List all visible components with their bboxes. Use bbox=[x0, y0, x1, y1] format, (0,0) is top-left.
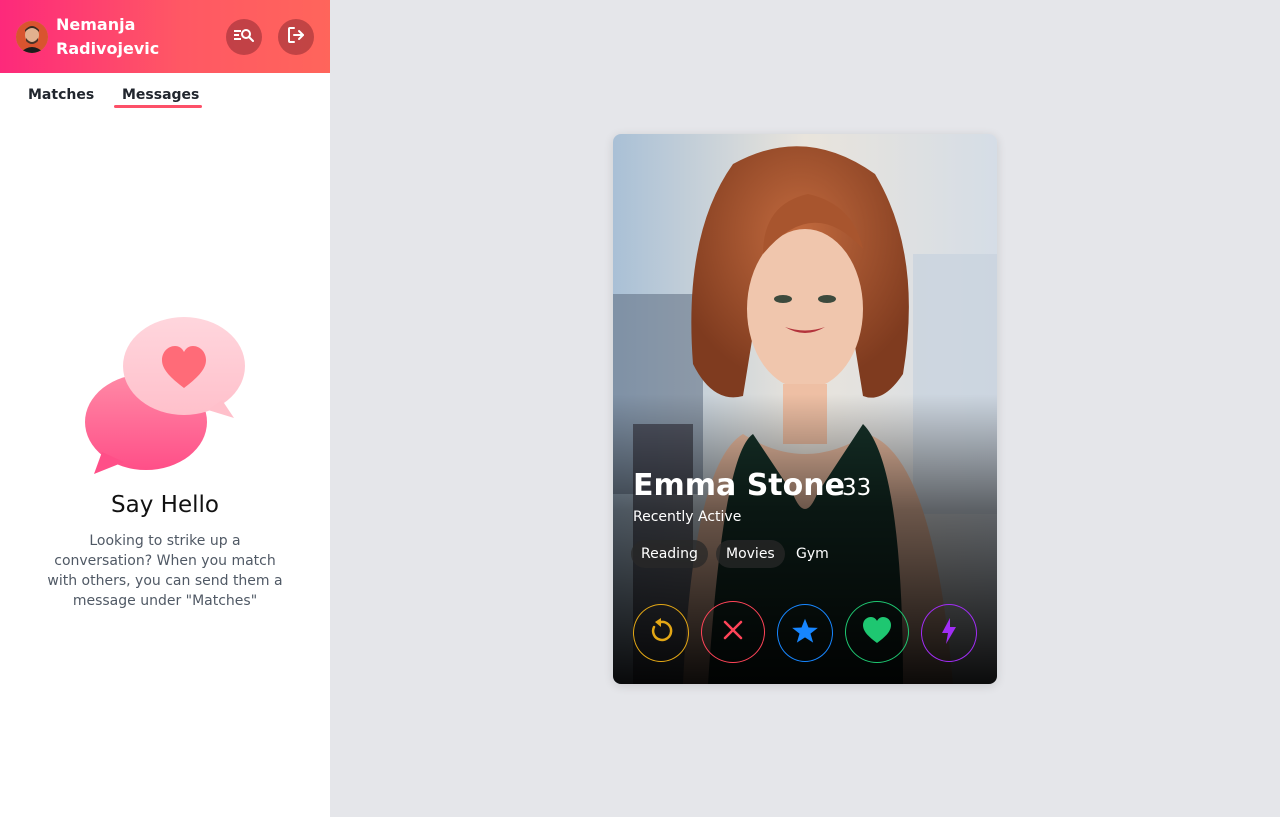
interest-tag: Reading bbox=[631, 540, 708, 568]
logout-icon bbox=[286, 25, 306, 49]
heart-icon bbox=[862, 616, 892, 648]
empty-state-description: Looking to strike up a conversation? Whe… bbox=[47, 533, 283, 609]
tab-messages[interactable]: Messages bbox=[122, 87, 199, 103]
sidebar-header: Nemanja Radivojevic bbox=[0, 0, 330, 73]
explore-button[interactable] bbox=[226, 19, 262, 55]
sidebar-tabs: Matches Messages bbox=[0, 73, 330, 113]
profile-card[interactable]: Emma Stone 33 Recently Active Reading Mo… bbox=[613, 134, 997, 684]
active-tab-indicator bbox=[114, 105, 202, 108]
rewind-icon bbox=[647, 617, 675, 649]
tab-matches[interactable]: Matches bbox=[28, 87, 94, 103]
star-icon bbox=[791, 617, 819, 649]
chat-bubbles-heart-icon bbox=[82, 312, 250, 478]
profile-age: 33 bbox=[842, 475, 872, 501]
lightning-icon bbox=[941, 618, 957, 648]
user-name: Nemanja Radivojevic bbox=[56, 15, 160, 58]
nope-button[interactable] bbox=[701, 601, 765, 663]
empty-state-title: Say Hello bbox=[111, 492, 219, 518]
search-list-icon bbox=[234, 27, 254, 47]
activity-status: Recently Active bbox=[633, 509, 742, 525]
avatar[interactable] bbox=[16, 21, 48, 53]
super-like-button[interactable] bbox=[777, 604, 833, 662]
profile-name: Emma Stone bbox=[633, 468, 845, 503]
close-icon bbox=[722, 619, 744, 645]
boost-button[interactable] bbox=[921, 604, 977, 662]
rewind-button[interactable] bbox=[633, 604, 689, 662]
interest-tag: Movies bbox=[716, 540, 785, 568]
logout-button[interactable] bbox=[278, 19, 314, 55]
sidebar: Nemanja Radivojevic Matches Messages Say… bbox=[0, 0, 330, 817]
interest-tag: Gym bbox=[796, 546, 829, 562]
like-button[interactable] bbox=[845, 601, 909, 663]
